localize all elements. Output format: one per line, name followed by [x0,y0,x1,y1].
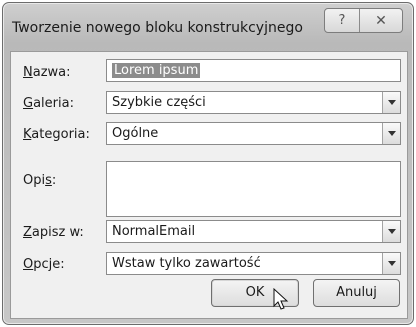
save-in-label: Zapisz w: [23,225,84,240]
category-value: Ogólne [112,126,159,141]
category-label: Kategoria: [23,127,90,142]
dialog-client-area: Nazwa: Lorem ipsum Galeria: Szybkie częś… [10,51,408,319]
help-icon: ? [338,13,346,28]
help-button[interactable]: ? [325,9,360,32]
name-input[interactable]: Lorem ipsum [106,59,401,82]
gallery-select[interactable]: Szybkie części [106,91,401,114]
save-in-dropdown-arrow-icon[interactable] [382,221,400,242]
description-label-start: Opi [23,173,46,188]
options-select[interactable]: Wstaw tylko zawartość [106,252,401,275]
options-accesskey: O [23,257,34,272]
options-value: Wstaw tylko zawartość [112,256,261,271]
gallery-accesskey: G [23,96,34,111]
gallery-label-rest: aleria: [33,96,74,111]
description-label-rest: : [51,173,57,188]
description-textarea[interactable] [106,161,401,217]
save-in-value: NormalEmail [112,224,196,239]
options-label: Opcje: [23,257,65,272]
save-in-select[interactable]: NormalEmail [106,220,401,243]
gallery-label: Galeria: [23,96,74,111]
category-select[interactable]: Ogólne [106,122,401,145]
description-accesskey: s [45,173,52,188]
save-in-label-rest: apisz w: [31,225,84,240]
title-bar-buttons: ? ✕ [324,8,403,33]
options-label-rest: pcje: [33,257,65,272]
description-label: Opis: [23,173,56,188]
cancel-button[interactable]: Anuluj [313,279,400,307]
options-dropdown-arrow-icon[interactable] [382,253,400,274]
name-accesskey: N [23,65,33,80]
close-icon: ✕ [375,12,387,29]
gallery-dropdown-arrow-icon[interactable] [382,92,400,113]
category-dropdown-arrow-icon[interactable] [382,123,400,144]
name-label: Nazwa: [23,65,71,80]
save-in-accesskey: Z [23,225,32,240]
dialog-window: Tworzenie nowego bloku konstrukcyjnego ?… [2,2,414,325]
close-button[interactable]: ✕ [360,9,402,32]
name-label-rest: azwa: [32,65,71,80]
category-label-rest: ategoria: [31,127,90,142]
mouse-pointer-icon [273,288,289,310]
name-value: Lorem ipsum [112,63,201,78]
dialog-title: Tworzenie nowego bloku konstrukcyjnego [12,20,303,36]
gallery-value: Szybkie części [112,95,206,110]
